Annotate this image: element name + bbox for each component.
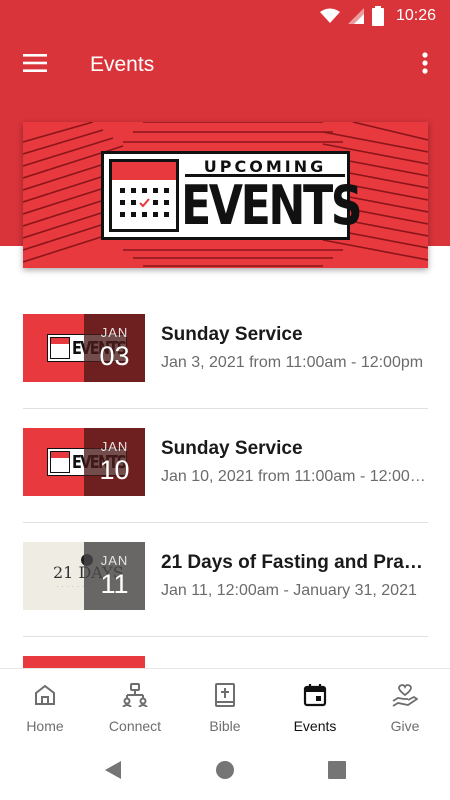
date-badge: JAN 10 (84, 428, 145, 496)
more-vertical-icon (422, 51, 428, 79)
nav-label-give: Give (390, 718, 420, 734)
system-back-button[interactable] (57, 760, 169, 785)
nav-label-events: Events (293, 718, 337, 734)
event-datetime: Jan 3, 2021 from 11:00am - 12:00pm (161, 354, 424, 371)
home-icon (33, 683, 57, 712)
nav-item-give[interactable]: Give (360, 669, 450, 744)
date-badge-day: 11 (100, 569, 129, 599)
calendar-logo-icon (109, 159, 179, 232)
menu-button[interactable] (0, 32, 70, 98)
banner-word-events: EVENTS (181, 174, 363, 237)
nav-item-events[interactable]: Events (270, 669, 360, 744)
event-list-item[interactable]: 21 DAYS · · · · · · · JAN 11 21 Days of … (0, 523, 450, 637)
battery-icon (371, 6, 384, 26)
upcoming-events-logo: UPCOMING EVENTS (101, 151, 363, 240)
calendar-icon (303, 683, 327, 712)
wifi-icon (319, 8, 340, 24)
nav-label-home: Home (26, 718, 64, 734)
system-home-button[interactable] (169, 760, 281, 785)
status-time: 10:26 (395, 7, 436, 24)
nav-label-bible: Bible (209, 718, 241, 734)
nav-item-home[interactable]: Home (0, 669, 90, 744)
status-bar: 10:26 (0, 0, 450, 32)
event-list-item[interactable]: EVENTS JAN 10 Sunday Service Jan 10, 202… (0, 409, 450, 523)
hamburger-icon (23, 53, 47, 77)
connect-icon (122, 683, 148, 712)
date-badge: JAN 11 (84, 542, 145, 610)
bible-icon (214, 683, 236, 712)
page-title: Events (90, 53, 155, 76)
system-recents-button[interactable] (281, 760, 393, 784)
event-datetime: Jan 11, 12:00am - January 31, 2021 (161, 582, 417, 599)
nav-item-bible[interactable]: Bible (180, 669, 270, 744)
event-title: 21 Days of Fasting and Prayer (161, 552, 429, 573)
home-circle-icon (215, 760, 235, 785)
event-title: Sunday Service (161, 324, 303, 345)
app-bar: Events (0, 32, 450, 98)
event-list-item[interactable]: EVENTS JAN 03 Sunday Service Jan 3, 2021… (0, 295, 450, 409)
date-badge-month: JAN (100, 439, 129, 454)
upcoming-events-banner[interactable]: UPCOMING EVENTS (23, 122, 428, 268)
system-navigation-bar (0, 744, 450, 800)
bottom-navigation: Home Connect Bible Events Give (0, 668, 450, 744)
event-datetime: Jan 10, 2021 from 11:00am - 12:00pm (161, 468, 429, 485)
back-triangle-icon (104, 760, 122, 785)
event-title: Sunday Service (161, 438, 303, 459)
overflow-menu-button[interactable] (400, 32, 450, 98)
cell-signal-icon (347, 8, 364, 24)
recents-square-icon (328, 760, 346, 784)
nav-item-connect[interactable]: Connect (90, 669, 180, 744)
app-screen: 10:26 Events UPCOMING EVENTS JAN 03 Sund… (0, 0, 450, 800)
date-badge-day: 10 (99, 455, 130, 485)
date-badge-month: JAN (100, 553, 129, 568)
date-badge: JAN 03 (84, 314, 145, 382)
nav-label-connect: Connect (108, 718, 162, 734)
date-badge-month: JAN (100, 325, 129, 340)
give-icon (392, 683, 419, 712)
date-badge-day: 03 (99, 341, 130, 371)
